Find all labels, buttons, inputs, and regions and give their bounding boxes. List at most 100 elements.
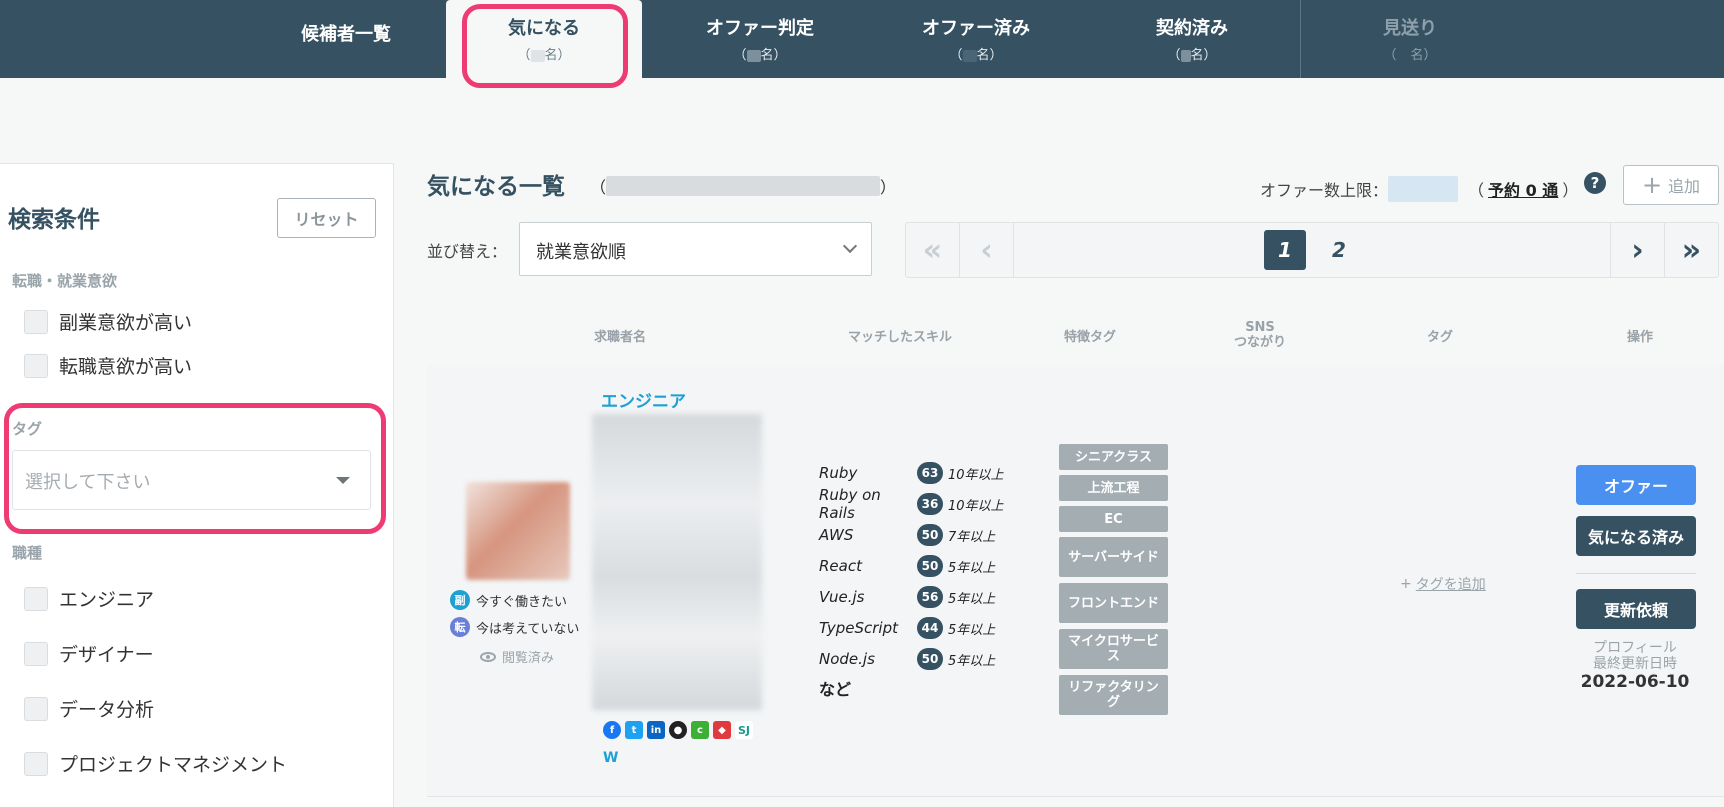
side-job-badge-icon: 副 — [450, 590, 470, 610]
update-request-button[interactable]: 更新依頼 — [1576, 589, 1696, 629]
tag-select[interactable]: 選択して下さい — [12, 450, 371, 510]
checkbox-designer[interactable]: デザイナー — [24, 640, 154, 667]
tab-offer-review[interactable]: オファー判定 （名） — [662, 0, 858, 78]
profile-updated-date: 2022-06-10 — [1580, 672, 1690, 692]
plus-icon: + — [1400, 576, 1412, 592]
eye-icon — [480, 651, 496, 662]
last-page-icon[interactable]: » — [1664, 223, 1718, 277]
tab-label: オファー判定 — [706, 18, 814, 39]
facebook-icon[interactable]: f — [603, 721, 621, 739]
tab-offered[interactable]: オファー済み （名） — [878, 0, 1074, 78]
caret-down-icon — [336, 477, 350, 484]
tab-count: （名） — [517, 48, 571, 63]
speakerdeck-icon[interactable]: ◆ — [713, 721, 731, 739]
offer-limit: オファー数上限： （ 予約 0 通 ） — [1260, 176, 1578, 202]
reset-button[interactable]: リセット — [277, 198, 376, 238]
page-number[interactable]: 2 — [1318, 230, 1360, 270]
skill-row: AWS 50 7年以上 — [819, 524, 996, 546]
interested-saved-button[interactable]: 気になる済み — [1576, 516, 1696, 556]
checkbox[interactable] — [24, 641, 48, 666]
candidate-job-title[interactable]: エンジニア — [601, 387, 686, 412]
reserve-link[interactable]: 予約 0 通 — [1488, 177, 1558, 201]
twitter-icon[interactable]: t — [625, 721, 643, 739]
pagination: « ‹ 1 2 › » — [905, 222, 1719, 278]
section-heading-job: 職種 — [12, 544, 43, 562]
viewed-status: 閲覧済み — [480, 647, 554, 666]
linkedin-icon[interactable]: in — [647, 721, 665, 739]
tab-interested[interactable]: 気になる （名） — [446, 0, 642, 78]
column-header-features: 特徴タグ — [1063, 330, 1116, 345]
checkbox-job-change[interactable]: 転職意欲が高い — [24, 352, 192, 379]
tab-label: 候補者一覧 — [301, 24, 391, 45]
top-nav: 候補者一覧 気になる （名） オファー判定 （名） オファー済み （名） 契約済… — [0, 0, 1724, 78]
skill-row: Ruby 63 10年以上 — [819, 462, 1004, 484]
next-page-icon[interactable]: › — [1610, 223, 1664, 277]
profile-updated-label: プロフィール 最終更新日時 — [1593, 640, 1677, 672]
feature-tag: マイクロサービス — [1059, 629, 1168, 669]
chevron-down-icon — [842, 238, 858, 254]
skill-row: TypeScript 44 5年以上 — [819, 617, 996, 639]
checkbox-label: エンジニア — [59, 589, 155, 611]
wantedly-icon[interactable]: W — [603, 750, 621, 768]
company-name: （） — [590, 176, 897, 197]
github-icon[interactable]: ● — [669, 721, 687, 739]
checkbox[interactable] — [24, 353, 48, 378]
add-tag-link[interactable]: + タグを追加 — [1400, 574, 1486, 594]
tab-declined[interactable]: 見送り （名） — [1312, 0, 1508, 78]
checkbox-label: データ分析 — [59, 699, 155, 721]
feature-tag: EC — [1059, 506, 1168, 532]
checkbox[interactable] — [24, 751, 48, 776]
checkbox[interactable] — [24, 309, 48, 334]
add-button[interactable]: + 追加 — [1623, 165, 1719, 205]
divider — [1576, 573, 1696, 574]
checkbox-engineer[interactable]: エンジニア — [24, 585, 154, 612]
column-header-sns: SNS つながり — [1233, 320, 1286, 350]
column-header-tags: タグ — [1426, 330, 1453, 345]
checkbox-label: プロジェクトマネジメント — [59, 754, 288, 776]
page-number-current[interactable]: 1 — [1264, 230, 1306, 270]
skill-row: Ruby on Rails 36 10年以上 — [819, 486, 1004, 522]
checkbox[interactable] — [24, 696, 48, 721]
sj-icon[interactable]: SJ — [735, 721, 753, 739]
tab-label: オファー済み — [922, 18, 1030, 39]
first-page-icon[interactable]: « — [906, 223, 960, 277]
tab-contracted[interactable]: 契約済み （名） — [1094, 0, 1290, 78]
avatar — [466, 482, 570, 580]
feature-tag: シニアクラス — [1059, 444, 1168, 470]
status-change: 転 今は考えていない — [450, 617, 579, 637]
tag-select-placeholder: 選択して下さい — [25, 472, 151, 493]
sort-value: 就業意欲順 — [536, 242, 626, 263]
sidebar-title: 検索条件 — [8, 207, 100, 233]
tab-candidates[interactable]: 候補者一覧 — [246, 0, 446, 78]
checkbox-data-analysis[interactable]: データ分析 — [24, 695, 154, 722]
help-icon[interactable]: ? — [1584, 172, 1606, 194]
feature-tag: フロントエンド — [1059, 583, 1168, 623]
checkbox-label: デザイナー — [59, 644, 154, 666]
connpass-icon[interactable]: c — [691, 721, 709, 739]
column-header-skills: マッチしたスキル — [847, 330, 952, 345]
section-heading-motivation: 転職・就業意欲 — [12, 272, 118, 290]
tab-count: （名） — [949, 48, 1003, 63]
checkbox[interactable] — [24, 586, 48, 611]
sort-select[interactable]: 就業意欲順 — [519, 222, 872, 276]
skill-row: Vue.js 56 5年以上 — [819, 586, 996, 608]
feature-tag: 上流工程 — [1059, 475, 1168, 501]
skill-row: React 50 5年以上 — [819, 555, 996, 577]
sort-label: 並び替え： — [427, 242, 508, 261]
checkbox-project-management[interactable]: プロジェクトマネジメント — [24, 750, 287, 777]
prev-page-icon[interactable]: ‹ — [960, 223, 1014, 277]
feature-tag: リファクタリング — [1059, 675, 1168, 715]
offer-button[interactable]: オファー — [1576, 465, 1696, 505]
tab-label: 契約済み — [1156, 18, 1228, 39]
checkbox-label: 転職意欲が高い — [59, 356, 193, 378]
column-header-name: 求職者名 — [593, 330, 646, 345]
column-header-actions: 操作 — [1626, 330, 1653, 345]
tab-label: 見送り — [1383, 18, 1437, 39]
sns-links: f t in ● c ◆ SJ — [603, 721, 753, 739]
tab-label: 気になる — [508, 18, 580, 39]
feature-tag: サーバーサイド — [1059, 537, 1168, 577]
checkbox-side-job[interactable]: 副業意欲が高い — [24, 308, 192, 335]
skills-more: など — [819, 680, 852, 699]
tab-count: （名） — [733, 48, 787, 63]
tab-count: （名） — [1167, 48, 1217, 63]
